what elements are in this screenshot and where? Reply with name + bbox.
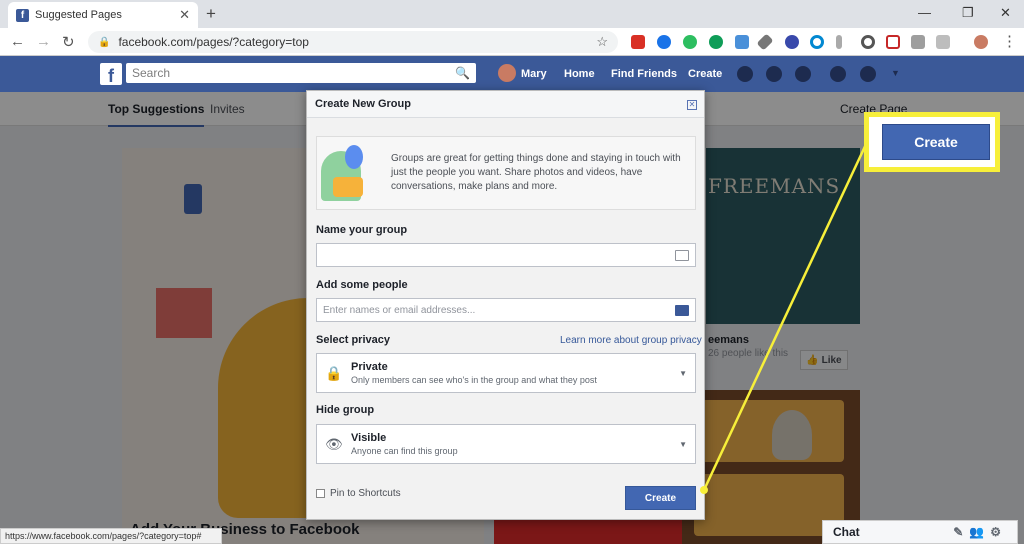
evernote-extension-icon[interactable] bbox=[683, 35, 697, 49]
tab-title: Suggested Pages bbox=[35, 9, 122, 21]
create-group-dialog: Create New Group ✕ Groups are great for … bbox=[306, 90, 705, 520]
group-name-input[interactable] bbox=[316, 243, 696, 267]
visibility-value: Visible bbox=[351, 432, 387, 444]
add-people-input[interactable]: Enter names or email addresses... bbox=[316, 298, 696, 322]
chevron-down-icon: ▼ bbox=[679, 439, 687, 449]
callout-create-button[interactable]: Create bbox=[882, 124, 990, 160]
address-bar[interactable]: 🔒 facebook.com/pages/?category=top ☆ bbox=[88, 31, 618, 53]
pocket-extension-icon[interactable] bbox=[886, 35, 900, 49]
pin-to-shortcuts-row[interactable]: Pin to Shortcuts bbox=[316, 488, 401, 499]
hangouts-extension-icon[interactable] bbox=[709, 35, 723, 49]
user-avatar[interactable] bbox=[498, 64, 516, 82]
friend-requests-icon[interactable] bbox=[737, 66, 753, 82]
privacy-description: Only members can see who's in the group … bbox=[351, 375, 597, 385]
adblock-extension-icon[interactable] bbox=[911, 35, 925, 49]
restore-icon[interactable]: ❐ bbox=[962, 5, 974, 21]
screen-extension-icon[interactable] bbox=[735, 35, 749, 49]
facebook-search-input[interactable]: Search 🔍 bbox=[126, 63, 476, 83]
visibility-description: Anyone can find this group bbox=[351, 446, 458, 456]
notifications-icon[interactable] bbox=[795, 66, 811, 82]
pin-to-shortcuts-label: Pin to Shortcuts bbox=[330, 488, 401, 499]
user-name[interactable]: Mary bbox=[521, 68, 547, 80]
circle-extension-icon[interactable] bbox=[861, 35, 875, 49]
key-extension-icon[interactable] bbox=[836, 35, 842, 49]
ring-extension-icon[interactable] bbox=[810, 35, 824, 49]
minimize-icon[interactable]: — bbox=[918, 5, 931, 20]
privacy-value: Private bbox=[351, 361, 388, 373]
vine-extension-icon[interactable] bbox=[657, 35, 671, 49]
pin-to-shortcuts-checkbox[interactable] bbox=[316, 489, 325, 498]
chat-sidebar-bar[interactable]: Chat ✎👥⚙ bbox=[822, 520, 1018, 544]
chat-actions-icon[interactable]: ✎👥⚙ bbox=[953, 525, 1007, 539]
visibility-select[interactable]: 👁 Visible Anyone can find this group ▼ bbox=[316, 424, 696, 464]
bookmark-star-icon[interactable]: ☆ bbox=[596, 34, 608, 50]
add-people-label: Add some people bbox=[316, 279, 408, 291]
privacy-select[interactable]: 🔒 Private Only members can see who's in … bbox=[316, 353, 696, 393]
account-menu-icon[interactable]: ▼ bbox=[891, 68, 900, 78]
group-illustration bbox=[319, 137, 379, 209]
find-friends-icon[interactable] bbox=[830, 66, 846, 82]
search-icon[interactable]: 🔍 bbox=[455, 66, 470, 80]
nav-find-friends[interactable]: Find Friends bbox=[611, 68, 677, 80]
lock-icon: 🔒 bbox=[98, 36, 111, 48]
forward-icon[interactable]: → bbox=[36, 33, 51, 50]
chevron-down-icon: ▼ bbox=[679, 368, 687, 378]
privacy-label: Select privacy bbox=[316, 334, 390, 346]
add-people-placeholder: Enter names or email addresses... bbox=[323, 304, 476, 316]
nav-home[interactable]: Home bbox=[564, 68, 595, 80]
profile-avatar[interactable] bbox=[974, 35, 988, 49]
dialog-title: Create New Group bbox=[315, 98, 411, 110]
close-window-icon[interactable]: ✕ bbox=[1000, 5, 1011, 21]
reload-icon[interactable]: ↻ bbox=[62, 33, 75, 51]
url-text: facebook.com/pages/?category=top bbox=[118, 35, 309, 49]
back-icon[interactable]: ← bbox=[10, 33, 25, 50]
groups-intro-box: Groups are great for getting things done… bbox=[316, 136, 696, 210]
browser-tab[interactable]: f Suggested Pages ✕ bbox=[8, 2, 198, 28]
v-extension-icon[interactable] bbox=[785, 35, 799, 49]
facebook-favicon-icon: f bbox=[16, 8, 29, 22]
name-group-label: Name your group bbox=[316, 224, 408, 236]
group-privacy-link[interactable]: Learn more about group privacy bbox=[560, 335, 702, 346]
new-tab-button[interactable]: + bbox=[206, 4, 216, 24]
create-group-button[interactable]: Create bbox=[625, 486, 696, 510]
contact-list-icon[interactable] bbox=[675, 304, 689, 316]
dialog-close-icon[interactable]: ✕ bbox=[687, 100, 697, 110]
emoji-card-icon[interactable] bbox=[675, 249, 689, 261]
facebook-logo-icon[interactable]: f bbox=[100, 63, 122, 85]
eye-icon: 👁 bbox=[325, 435, 343, 452]
messenger-icon[interactable] bbox=[766, 66, 782, 82]
briefcase-extension-icon[interactable] bbox=[936, 35, 950, 49]
groups-intro-text: Groups are great for getting things done… bbox=[391, 153, 681, 192]
lock-icon: 🔒 bbox=[325, 364, 343, 381]
gmail-extension-icon[interactable] bbox=[631, 35, 645, 49]
chat-label: Chat bbox=[833, 525, 860, 539]
tab-close-icon[interactable]: ✕ bbox=[179, 7, 190, 23]
hide-group-label: Hide group bbox=[316, 404, 375, 416]
dialog-header: Create New Group bbox=[307, 91, 704, 118]
search-placeholder: Search bbox=[132, 66, 171, 80]
help-icon[interactable] bbox=[860, 66, 876, 82]
browser-status-url: https://www.facebook.com/pages/?category… bbox=[0, 528, 222, 544]
nav-create[interactable]: Create bbox=[688, 68, 722, 80]
menu-kebab-icon[interactable]: ⋮ bbox=[1002, 32, 1017, 50]
